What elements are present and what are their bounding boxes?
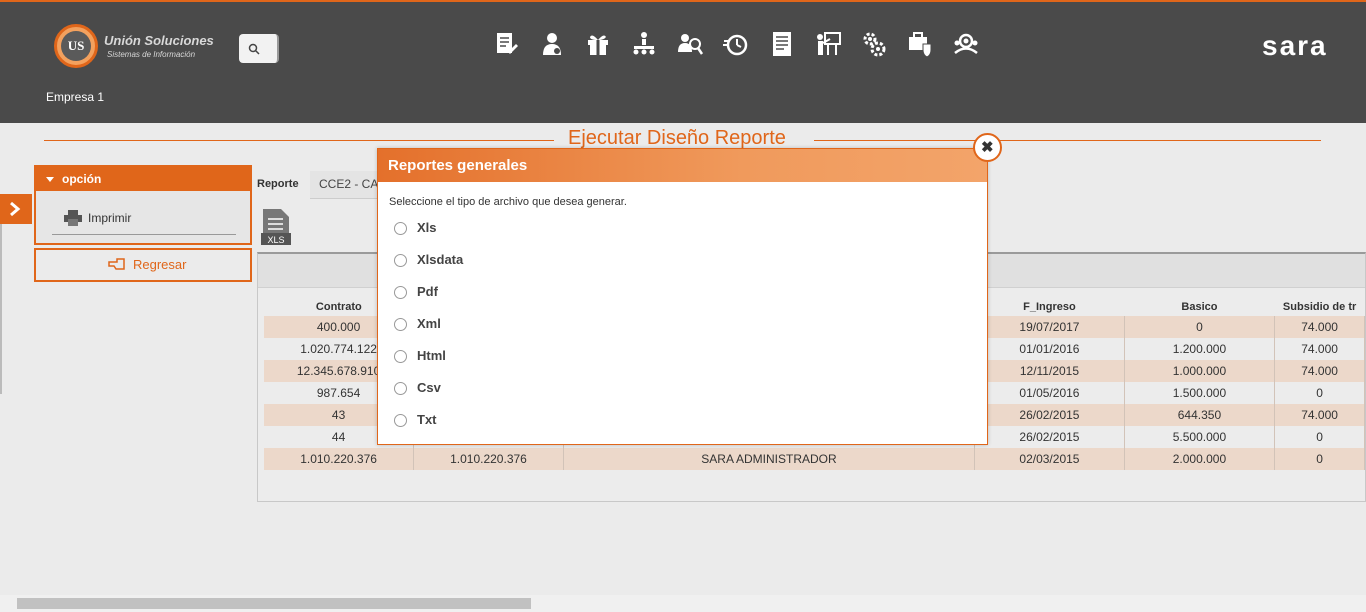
- report-label: Reporte: [257, 178, 299, 190]
- hand-point-left-icon: [108, 258, 125, 270]
- table-cell: 0: [1124, 316, 1276, 338]
- print-option[interactable]: Imprimir: [52, 205, 236, 235]
- back-label: Regresar: [133, 257, 187, 272]
- table-cell: 2.000.000: [1124, 448, 1276, 470]
- table-cell: 1.010.220.376: [413, 448, 564, 470]
- modal-message: Seleccione el tipo de archivo que desea …: [389, 196, 627, 208]
- table-cell: 74.000: [1274, 338, 1365, 360]
- logo-subtitle: Sistemas de Información: [107, 50, 196, 59]
- sidebar-toggle[interactable]: [0, 194, 32, 224]
- table-cell: 01/01/2016: [974, 338, 1125, 360]
- column-header[interactable]: Subsidio de tr: [1274, 298, 1365, 316]
- print-label: Imprimir: [88, 211, 132, 225]
- format-label: Html: [417, 348, 446, 363]
- table-cell: 0: [1274, 382, 1365, 404]
- table-cell: 01/05/2016: [974, 382, 1125, 404]
- company-name[interactable]: Empresa 1: [46, 90, 104, 104]
- gears-icon[interactable]: [860, 30, 888, 58]
- table-cell: 1.500.000: [1124, 382, 1276, 404]
- table-cell: 1.010.220.376: [264, 448, 415, 470]
- format-label: Pdf: [417, 284, 438, 299]
- report-icon[interactable]: [768, 30, 796, 58]
- table-row[interactable]: 1.010.220.376 1.010.220.376 SARA ADMINISTR…: [264, 448, 1365, 470]
- options-header-label: opción: [62, 172, 102, 186]
- printer-icon: [64, 210, 82, 226]
- cart-shield-icon[interactable]: [906, 30, 934, 58]
- scrollbar-thumb[interactable]: [17, 598, 531, 609]
- table-cell: 26/02/2015: [974, 404, 1125, 426]
- format-label: Csv: [417, 380, 441, 395]
- table-cell: 644.350: [1124, 404, 1276, 426]
- timer-icon[interactable]: [722, 30, 750, 58]
- table-cell: 74.000: [1274, 316, 1365, 338]
- table-cell: 1.000.000: [1124, 360, 1276, 382]
- column-header[interactable]: Basico: [1124, 298, 1275, 316]
- back-button[interactable]: Regresar: [34, 248, 252, 282]
- table-cell: 0: [1274, 448, 1365, 470]
- people-search-icon[interactable]: [676, 30, 704, 58]
- sidebar-edge: [0, 224, 2, 394]
- users-group-icon[interactable]: [952, 30, 980, 58]
- horizontal-scrollbar[interactable]: [0, 595, 1366, 612]
- logo-emblem: US: [54, 24, 98, 68]
- table-cell: 1.200.000: [1124, 338, 1276, 360]
- format-label: Txt: [417, 412, 437, 427]
- modal-title: Reportes generales: [378, 149, 987, 182]
- table-cell: 19/07/2017: [974, 316, 1125, 338]
- xls-file-icon[interactable]: XLS: [261, 209, 291, 245]
- radio-button[interactable]: [394, 382, 407, 395]
- title-divider-left: [44, 140, 554, 141]
- table-cell: 26/02/2015: [974, 426, 1125, 448]
- radio-button[interactable]: [394, 254, 407, 267]
- hierarchy-icon[interactable]: [630, 30, 658, 58]
- page-title: Ejecutar Diseño Reporte: [560, 127, 794, 150]
- table-cell: 74.000: [1274, 360, 1365, 382]
- table-cell: 02/03/2015: [974, 448, 1125, 470]
- title-divider-right: [814, 140, 1321, 141]
- radio-button[interactable]: [394, 318, 407, 331]
- document-edit-icon[interactable]: [492, 30, 520, 58]
- company-logo[interactable]: US Unión Soluciones Sistemas de Informac…: [54, 24, 224, 70]
- app-header: US Unión Soluciones Sistemas de Informac…: [0, 0, 1366, 123]
- search-button[interactable]: [239, 34, 279, 63]
- logo-initials: US: [61, 31, 91, 61]
- user-icon[interactable]: [538, 30, 566, 58]
- table-cell: 74.000: [1274, 404, 1365, 426]
- options-header[interactable]: opción: [36, 167, 250, 191]
- radio-button[interactable]: [394, 286, 407, 299]
- options-panel: opción Imprimir: [34, 165, 252, 245]
- format-label: Xlsdata: [417, 252, 464, 267]
- table-cell: 12/11/2015: [974, 360, 1125, 382]
- logo-title: Unión Soluciones: [104, 33, 214, 48]
- table-cell: SARA ADMINISTRADOR: [563, 448, 976, 470]
- radio-button[interactable]: [394, 222, 407, 235]
- radio-button[interactable]: [394, 414, 407, 427]
- format-label: Xls: [417, 220, 437, 235]
- training-icon[interactable]: [814, 30, 842, 58]
- search-icon: [248, 43, 260, 55]
- modal-close-button[interactable]: ✖: [973, 133, 1002, 162]
- close-icon: ✖: [981, 139, 994, 156]
- table-cell: 0: [1274, 426, 1365, 448]
- chevron-right-icon: [10, 201, 21, 217]
- xls-file-label: XLS: [267, 235, 284, 245]
- table-cell: 5.500.000: [1124, 426, 1276, 448]
- reports-modal: Reportes generales Seleccione el tipo de…: [377, 148, 988, 445]
- radio-button[interactable]: [394, 350, 407, 363]
- gift-icon[interactable]: [584, 30, 612, 58]
- caret-down-icon: [46, 177, 54, 183]
- column-header[interactable]: F_Ingreso: [974, 298, 1125, 316]
- format-label: Xml: [417, 316, 441, 331]
- brand-logo: sara: [1262, 30, 1328, 61]
